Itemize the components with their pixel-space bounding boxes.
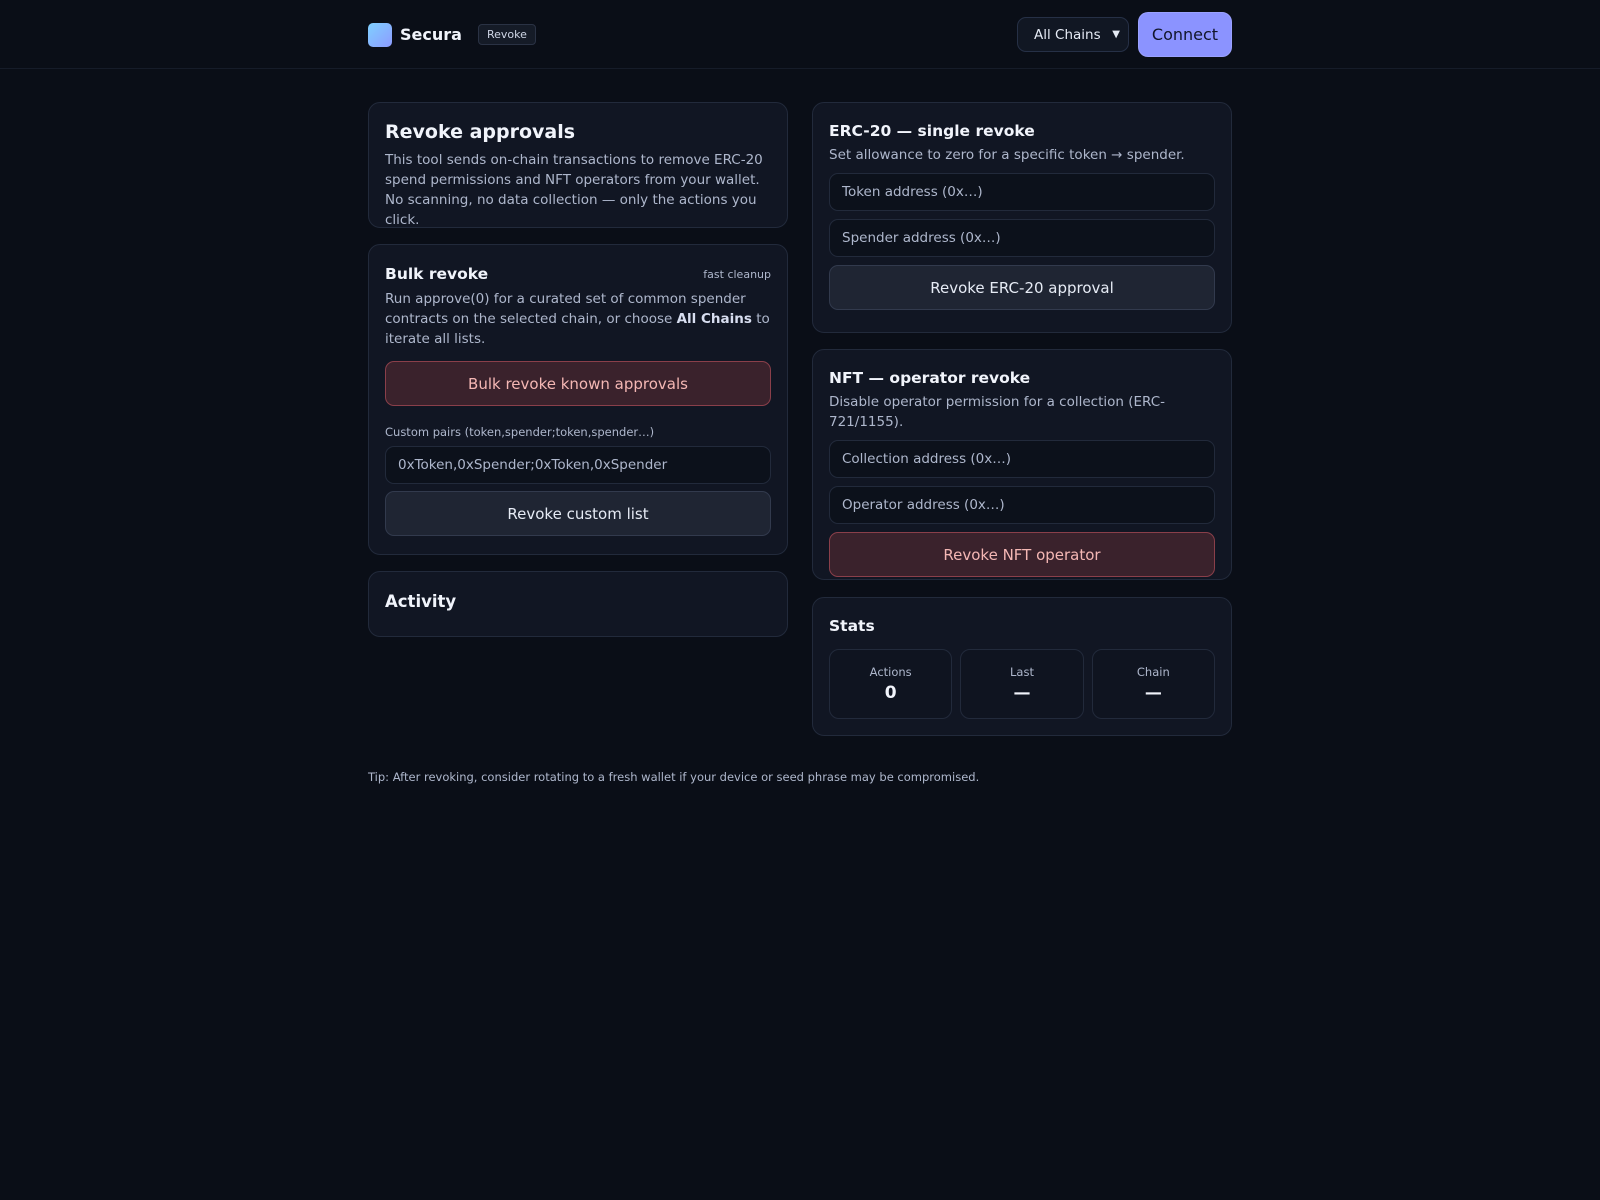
stat-value: 0 bbox=[884, 683, 897, 703]
bulk-revoke-title: Bulk revoke bbox=[385, 265, 489, 283]
page-badge: Revoke bbox=[477, 24, 536, 45]
footer-tip: Tip: After revoking, consider rotating t… bbox=[368, 770, 980, 784]
stat-value: — bbox=[1013, 683, 1031, 703]
erc20-title: ERC-20 — single revoke bbox=[829, 122, 1035, 140]
intro-card: Revoke approvals This tool sends on-chai… bbox=[368, 102, 788, 228]
nft-title: NFT — operator revoke bbox=[829, 369, 1031, 387]
custom-pairs-label: Custom pairs (token,spender;token,spende… bbox=[385, 425, 655, 439]
spender-address-input[interactable]: Spender address (0x…) bbox=[829, 219, 1215, 257]
stats-card: Stats Actions 0 Last — Chain — bbox=[812, 597, 1232, 736]
bulk-revoke-button[interactable]: Bulk revoke known approvals bbox=[385, 361, 771, 406]
stat-value: — bbox=[1144, 683, 1162, 703]
stat-actions: Actions 0 bbox=[829, 649, 953, 719]
nft-card: NFT — operator revoke Disable operator p… bbox=[812, 349, 1232, 580]
stat-last: Last — bbox=[960, 649, 1084, 719]
brand: Secura Revoke bbox=[368, 22, 536, 47]
activity-title: Activity bbox=[385, 592, 457, 611]
brand-name: Secura bbox=[400, 25, 462, 44]
stat-label: Actions bbox=[869, 665, 912, 679]
connect-button[interactable]: Connect bbox=[1138, 12, 1232, 57]
bulk-revoke-card: Bulk revoke fast cleanup Run approve(0) … bbox=[368, 244, 788, 555]
stat-chain: Chain — bbox=[1091, 649, 1215, 719]
chain-select[interactable]: All Chains ▼ bbox=[1017, 17, 1129, 52]
top-bar: Secura Revoke All Chains ▼ Connect bbox=[0, 0, 1600, 69]
stats-title: Stats bbox=[829, 617, 875, 635]
erc20-description: Set allowance to zero for a specific tok… bbox=[829, 147, 1185, 163]
erc20-card: ERC-20 — single revoke Set allowance to … bbox=[812, 102, 1232, 333]
chain-select-value: All Chains bbox=[1034, 26, 1101, 43]
intro-description: This tool sends on-chain transactions to… bbox=[385, 152, 763, 228]
operator-address-input[interactable]: Operator address (0x…) bbox=[829, 486, 1215, 524]
logo-icon bbox=[368, 22, 392, 47]
revoke-erc20-button[interactable]: Revoke ERC-20 approval bbox=[829, 265, 1215, 310]
token-address-input[interactable]: Token address (0x…) bbox=[829, 173, 1215, 211]
stat-label: Chain bbox=[1136, 665, 1170, 679]
page-title: Revoke approvals bbox=[385, 121, 576, 143]
bulk-revoke-description: Run approve(0) for a curated set of comm… bbox=[385, 291, 770, 347]
stat-label: Last bbox=[1010, 665, 1034, 679]
nft-description: Disable operator permission for a collec… bbox=[829, 394, 1166, 430]
bulk-revoke-tag: fast cleanup bbox=[703, 267, 771, 281]
collection-address-input[interactable]: Collection address (0x…) bbox=[829, 440, 1215, 478]
revoke-custom-list-button[interactable]: Revoke custom list bbox=[385, 491, 771, 536]
chevron-down-icon: ▼ bbox=[1112, 29, 1120, 40]
custom-pairs-input[interactable]: 0xToken,0xSpender;0xToken,0xSpender bbox=[385, 446, 771, 484]
revoke-nft-button[interactable]: Revoke NFT operator bbox=[829, 532, 1215, 577]
activity-card: Activity bbox=[368, 571, 788, 637]
